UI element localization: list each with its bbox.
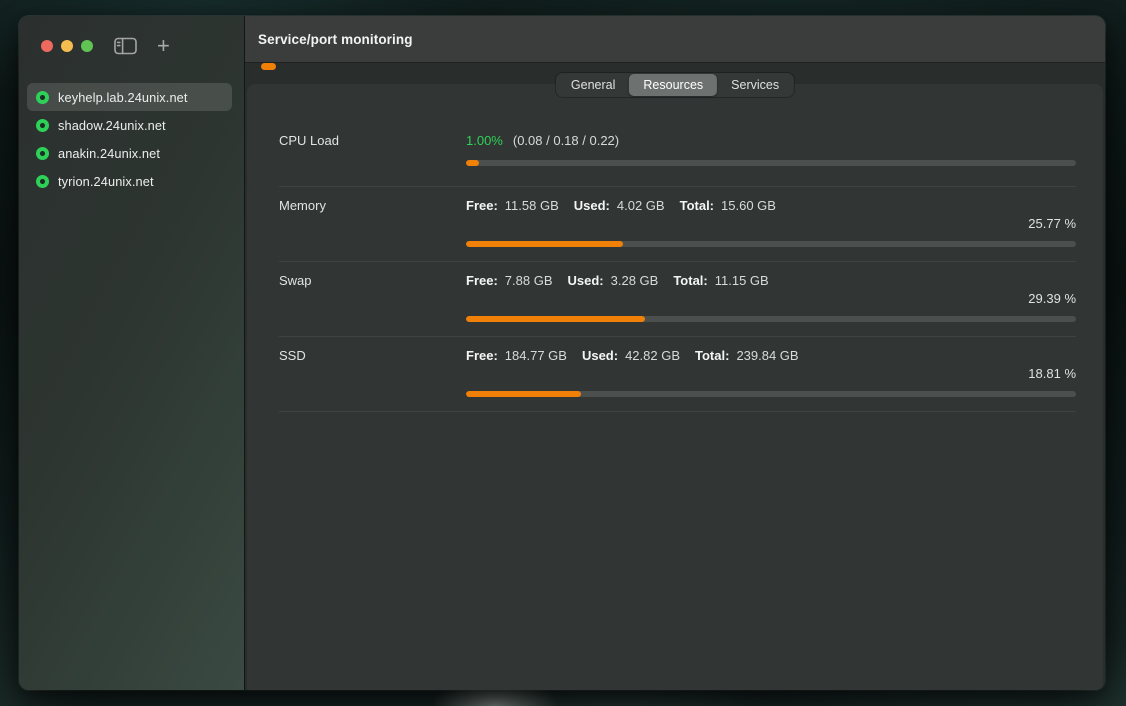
content-area: CPU Load1.00%(0.08 / 0.18 / 0.22)MemoryF… (245, 63, 1105, 690)
used-label: Used: (582, 348, 618, 363)
total-value: 239.84 GB (736, 348, 798, 363)
resource-values: Free: 184.77 GB Used: 42.82 GB Total: 239.84 … (466, 347, 1076, 365)
add-server-button[interactable]: + (157, 36, 170, 56)
resource-row-body: Free: 11.58 GB Used: 4.02 GB Total: 15.60 GB 2… (466, 197, 1076, 247)
toggle-sidebar-icon[interactable] (114, 37, 137, 55)
main-pane: Service/port monitoring CPU Load1.00% (0.… (245, 16, 1105, 690)
free-value: 7.88 GB (505, 273, 553, 288)
total-value: 15.60 GB (721, 198, 776, 213)
free-label: Free: (466, 198, 498, 213)
used-value: 4.02 GB (617, 198, 665, 213)
total-group: Total: 15.60 GB (680, 198, 776, 213)
total-group: Total: 11.15 GB (673, 273, 768, 288)
desktop-wallpaper: + keyhelp.lab.24unix.net shadow.24unix.ne… (0, 0, 1126, 706)
resources-panel: CPU Load1.00%(0.08 / 0.18 / 0.22)MemoryF… (247, 84, 1103, 690)
progress-sliver (261, 63, 276, 70)
resource-values: Free: 11.58 GB Used: 4.02 GB Total: 15.60 GB (466, 197, 1076, 215)
total-label: Total: (673, 273, 707, 288)
usage-progress-bar (466, 241, 1076, 247)
close-button[interactable] (41, 40, 53, 52)
tab-resources[interactable]: Resources (629, 74, 717, 96)
cpu-load-averages: (0.08 / 0.18 / 0.22) (513, 133, 619, 148)
resource-row-body: Free: 184.77 GB Used: 42.82 GB Total: 239.84 … (466, 347, 1076, 397)
resource-row-body: 1.00% (0.08 / 0.18 / 0.22) (466, 132, 1076, 166)
used-group: Used: 3.28 GB (568, 273, 659, 288)
total-value: 11.15 GB (715, 273, 769, 288)
usage-progress-bar (466, 160, 1076, 166)
free-group: Free: 11.58 GB (466, 198, 559, 213)
resource-row-cpu-load: CPU Load1.00% (0.08 / 0.18 / 0.22) (279, 110, 1076, 187)
app-window: + keyhelp.lab.24unix.net shadow.24unix.ne… (19, 16, 1105, 690)
server-status-online-icon (36, 147, 49, 160)
free-group: Free: 7.88 GB (466, 273, 553, 288)
sidebar-item-server[interactable]: keyhelp.lab.24unix.net (27, 83, 232, 111)
used-group: Used: 42.82 GB (582, 348, 680, 363)
server-status-online-icon (36, 119, 49, 132)
resource-row-memory: MemoryFree: 11.58 GB Used: 4.02 GB Total: 15.… (279, 187, 1076, 262)
page-title: Service/port monitoring (258, 32, 413, 47)
server-list: keyhelp.lab.24unix.net shadow.24unix.net a… (19, 83, 244, 195)
resource-label: SSD (279, 347, 466, 397)
server-name: tyrion.24unix.net (58, 174, 154, 189)
server-name: shadow.24unix.net (58, 118, 166, 133)
window-title-bar: Service/port monitoring (245, 16, 1105, 63)
tab-services[interactable]: Services (717, 74, 793, 96)
minimize-button[interactable] (61, 40, 73, 52)
sidebar-titlebar: + (19, 34, 244, 58)
usage-percent: 18.81 % (466, 365, 1076, 383)
used-group: Used: 4.02 GB (574, 198, 665, 213)
resource-rows: CPU Load1.00%(0.08 / 0.18 / 0.22)MemoryF… (247, 84, 1103, 412)
tab-general[interactable]: General (557, 74, 629, 96)
resource-row-body: Free: 7.88 GB Used: 3.28 GB Total: 11.15 GB 29… (466, 272, 1076, 322)
server-status-online-icon (36, 91, 49, 104)
free-label: Free: (466, 273, 498, 288)
sidebar-item-server[interactable]: anakin.24unix.net (27, 139, 232, 167)
resource-row-swap: SwapFree: 7.88 GB Used: 3.28 GB Total: 11.15 … (279, 262, 1076, 337)
used-label: Used: (568, 273, 604, 288)
sidebar: + keyhelp.lab.24unix.net shadow.24unix.ne… (19, 16, 245, 690)
free-value: 11.58 GB (505, 198, 559, 213)
used-value: 42.82 GB (625, 348, 680, 363)
resource-row-ssd: SSDFree: 184.77 GB Used: 42.82 GB Total: 239.… (279, 337, 1076, 412)
total-label: Total: (695, 348, 729, 363)
free-value: 184.77 GB (505, 348, 567, 363)
used-value: 3.28 GB (611, 273, 659, 288)
usage-progress-fill (466, 241, 623, 247)
usage-progress-bar (466, 316, 1076, 322)
sidebar-item-server[interactable]: tyrion.24unix.net (27, 167, 232, 195)
server-name: keyhelp.lab.24unix.net (58, 90, 188, 105)
tab-bar: GeneralResourcesServices (556, 73, 794, 97)
usage-progress-fill (466, 316, 645, 322)
resource-label: Swap (279, 272, 466, 322)
total-group: Total: 239.84 GB (695, 348, 799, 363)
zoom-button[interactable] (81, 40, 93, 52)
sidebar-item-server[interactable]: shadow.24unix.net (27, 111, 232, 139)
resource-values: Free: 7.88 GB Used: 3.28 GB Total: 11.15 GB (466, 272, 1076, 290)
total-label: Total: (680, 198, 714, 213)
usage-progress-bar (466, 391, 1076, 397)
cpu-load-value: 1.00% (466, 133, 503, 148)
free-label: Free: (466, 348, 498, 363)
used-label: Used: (574, 198, 610, 213)
free-group: Free: 184.77 GB (466, 348, 567, 363)
resource-label: CPU Load (279, 132, 466, 166)
server-status-online-icon (36, 175, 49, 188)
server-name: anakin.24unix.net (58, 146, 160, 161)
usage-percent: 25.77 % (466, 215, 1076, 233)
usage-progress-fill (466, 160, 479, 166)
usage-percent: 29.39 % (466, 290, 1076, 308)
resource-label: Memory (279, 197, 466, 247)
usage-progress-fill (466, 391, 581, 397)
traffic-lights (41, 40, 93, 52)
resource-values: 1.00% (0.08 / 0.18 / 0.22) (466, 132, 1076, 150)
